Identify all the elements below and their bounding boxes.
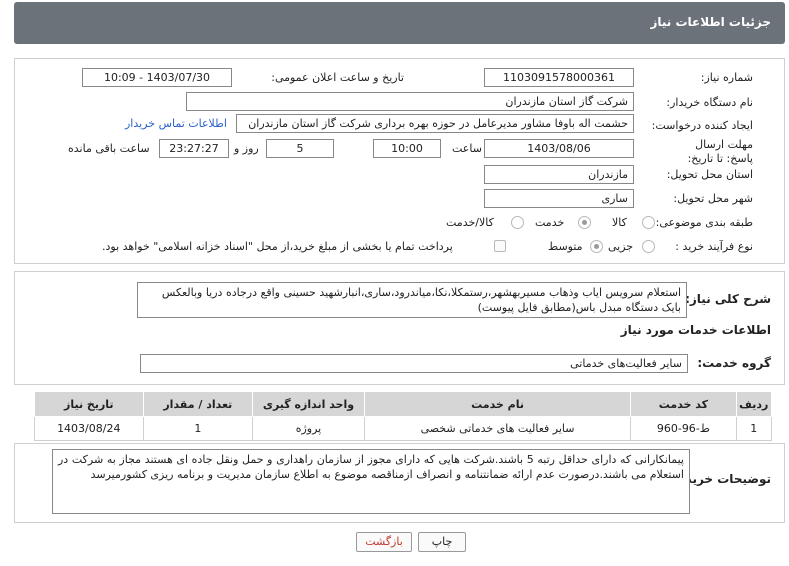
purchase-radio-minor[interactable] [642,240,655,253]
services-section-title: اطلاعات خدمات مورد نیاز [620,323,771,337]
remaining-label: ساعت باقی مانده [68,142,150,155]
days-field: 5 [266,139,334,158]
cell-qty: 1 [142,416,254,441]
services-table-header: ردیف کد خدمت نام خدمت واحد اندازه گیری ت… [34,391,773,417]
category-radio-goods[interactable] [642,216,655,229]
treasury-payment-checkbox[interactable] [494,240,506,252]
announce-label: تاریخ و ساعت اعلان عمومی: [271,71,404,84]
remaining-time-field: 23:27:27 [159,139,229,158]
creator-label: ایجاد کننده درخواست: [651,119,753,132]
purchase-option-minor: جزیی [608,240,634,253]
deadline-label: مهلت ارسال پاسخ: تا تاریخ: [687,138,753,165]
cell-name: سایر فعالیت های خدماتی شخصی [363,416,632,441]
category-radio-goods-service[interactable] [511,216,524,229]
buyer-org-label: نام دستگاه خریدار: [666,96,753,109]
print-button[interactable]: چاپ [418,532,466,552]
cell-date: 1403/08/24 [34,416,144,441]
purchase-type-label: نوع فرآیند خرید : [675,240,753,253]
col-qty: تعداد / مقدار [142,391,254,417]
need-number-field: 1103091578000361 [484,68,634,87]
category-option-service: خدمت [535,216,565,229]
category-label: طبقه بندی موضوعی: [655,216,753,229]
contact-buyer-link[interactable]: اطلاعات تماس خریدار [125,117,227,130]
city-label: شهر محل تحویل: [673,192,753,205]
cell-row: 1 [735,416,773,441]
creator-field: حشمت اله باوفا مشاور مدیرعامل در حوزه به… [236,114,634,133]
info-panel [14,58,785,264]
cell-unit: پروژه [252,416,365,441]
category-radio-service[interactable] [578,216,591,229]
services-table: ردیف کد خدمت نام خدمت واحد اندازه گیری ت… [34,391,773,441]
description-label: شرح کلی نیاز: [685,292,771,306]
days-label: روز و [234,142,259,155]
buyer-org-field: شرکت گاز استان مازندران [186,92,634,111]
need-number-label: شماره نیاز: [700,71,753,84]
table-row: 1 ط-96-960 سایر فعالیت های خدماتی شخصی پ… [34,416,773,441]
service-group-field: سایر فعالیت‌های خدماتی [140,354,688,373]
description-textbox: استعلام سرویس ایاب وذهاب مسیربهشهر،رستمک… [137,282,687,318]
province-label: استان محل تحویل: [666,168,753,181]
col-date: تاریخ نیاز [34,391,144,417]
buyer-notes-textbox: پیمانکارانی که دارای حداقل رتبه 5 باشند.… [52,449,690,514]
category-option-goods-service: کالا/خدمت [446,216,494,229]
back-button[interactable]: بازگشت [356,532,412,552]
deadline-time-field: 10:00 [373,139,441,158]
cell-code: ط-96-960 [630,416,737,441]
col-unit: واحد اندازه گیری [252,391,365,417]
deadline-date-field: 1403/08/06 [484,139,634,158]
province-field: مازندران [484,165,634,184]
payment-note: پرداخت تمام یا بخشی از مبلغ خرید،از محل … [102,240,453,253]
col-row: ردیف [735,391,773,417]
purchase-option-medium: متوسط [548,240,583,253]
purchase-radio-medium[interactable] [590,240,603,253]
page-title: جزئیات اطلاعات نیاز [650,15,771,29]
header-bar: جزئیات اطلاعات نیاز [14,2,785,44]
col-code: کد خدمت [630,391,737,417]
city-field: ساری [484,189,634,208]
col-name: نام خدمت [363,391,632,417]
announce-field: 1403/07/30 - 10:09 [82,68,232,87]
deadline-time-label: ساعت [452,142,482,155]
service-group-label: گروه خدمت: [697,356,771,370]
category-option-goods: کالا [612,216,627,229]
